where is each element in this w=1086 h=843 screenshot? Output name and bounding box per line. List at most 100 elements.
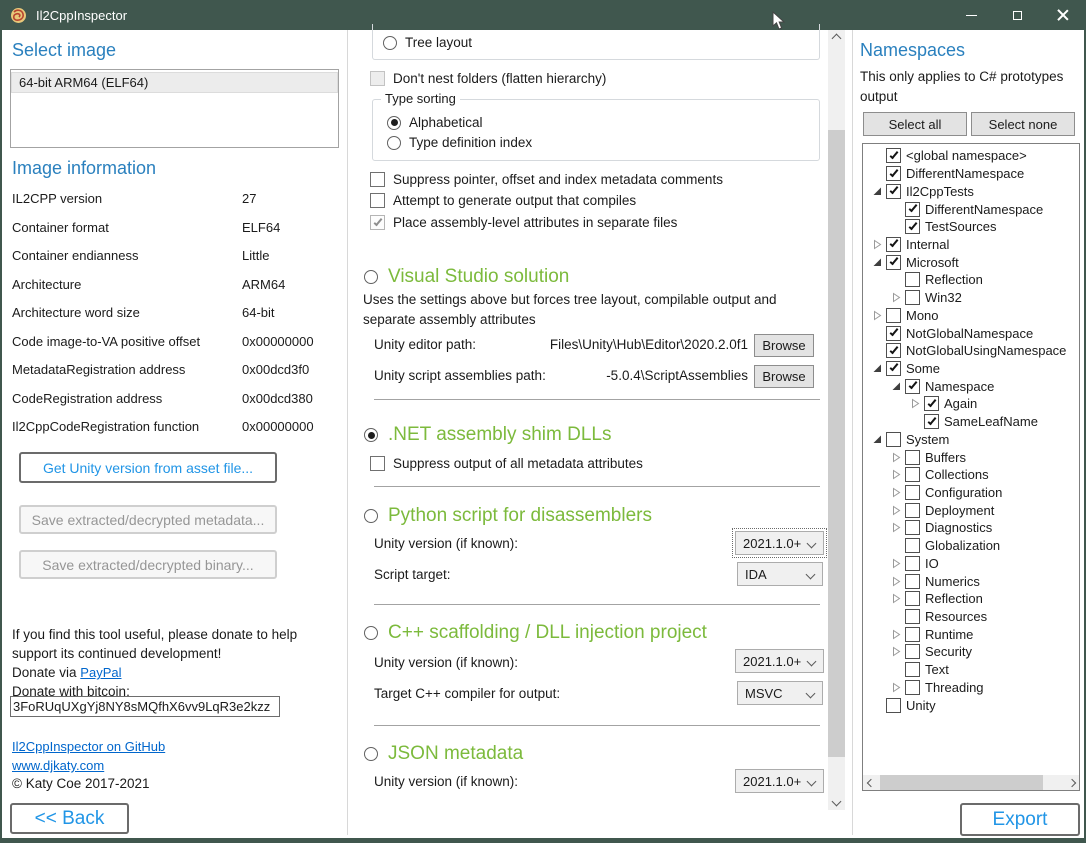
- scrollbar-thumb[interactable]: [828, 130, 845, 757]
- sort-typedef-radio[interactable]: [387, 136, 401, 150]
- namespace-label[interactable]: Deployment: [925, 503, 994, 518]
- namespace-label[interactable]: Text: [925, 662, 949, 677]
- namespace-checkbox[interactable]: [905, 680, 920, 695]
- suppress-comments-option[interactable]: Suppress pointer, offset and index metad…: [370, 172, 723, 187]
- expander-expanded-icon[interactable]: [868, 187, 886, 196]
- expander-collapsed-icon[interactable]: [906, 398, 924, 409]
- namespace-label[interactable]: Unity: [906, 698, 936, 713]
- suppress-metadata-option[interactable]: Suppress output of all metadata attribut…: [370, 456, 643, 471]
- scroll-right-button[interactable]: [1064, 775, 1079, 790]
- namespace-label[interactable]: IO: [925, 556, 939, 571]
- namespace-checkbox[interactable]: [886, 184, 901, 199]
- namespace-checkbox[interactable]: [905, 538, 920, 553]
- python-script-section-header[interactable]: Python script for disassemblers: [364, 505, 652, 527]
- compilable-option[interactable]: Attempt to generate output that compiles: [370, 193, 636, 208]
- scrollbar-thumb[interactable]: [880, 775, 1043, 790]
- cpp-unity-version-dropdown[interactable]: 2021.1.0+: [735, 649, 824, 673]
- namespace-checkbox[interactable]: [924, 396, 939, 411]
- expander-collapsed-icon[interactable]: [887, 558, 905, 569]
- export-button[interactable]: Export: [960, 803, 1080, 836]
- get-unity-version-button[interactable]: Get Unity version from asset file...: [19, 452, 277, 483]
- vs-solution-section-header[interactable]: Visual Studio solution: [364, 266, 569, 288]
- expander-collapsed-icon[interactable]: [887, 646, 905, 657]
- namespace-checkbox[interactable]: [886, 148, 901, 163]
- namespace-label[interactable]: DifferentNamespace: [925, 202, 1043, 217]
- website-link[interactable]: www.djkaty.com: [12, 758, 104, 773]
- namespace-label[interactable]: Microsoft: [906, 255, 959, 270]
- paypal-link[interactable]: PayPal: [80, 665, 121, 680]
- namespace-label[interactable]: DifferentNamespace: [906, 166, 1024, 181]
- namespace-label[interactable]: Numerics: [925, 574, 980, 589]
- namespace-label[interactable]: Buffers: [925, 450, 966, 465]
- python-unity-version-dropdown[interactable]: 2021.1.0+: [735, 531, 824, 555]
- namespace-checkbox[interactable]: [886, 432, 901, 447]
- namespace-checkbox[interactable]: [886, 361, 901, 376]
- close-button[interactable]: [1040, 0, 1086, 30]
- expander-expanded-icon[interactable]: [887, 382, 905, 391]
- namespace-label[interactable]: Security: [925, 644, 972, 659]
- expander-collapsed-icon[interactable]: [887, 292, 905, 303]
- expander-collapsed-icon[interactable]: [887, 576, 905, 587]
- sort-alphabetical-option[interactable]: Alphabetical: [387, 115, 483, 130]
- maximize-button[interactable]: [994, 0, 1040, 30]
- namespace-checkbox[interactable]: [905, 627, 920, 642]
- expander-collapsed-icon[interactable]: [887, 469, 905, 480]
- namespace-checkbox[interactable]: [905, 591, 920, 606]
- shim-dlls-section-header[interactable]: .NET assembly shim DLLs: [364, 424, 612, 446]
- namespace-checkbox[interactable]: [905, 272, 920, 287]
- namespace-label[interactable]: Threading: [925, 680, 984, 695]
- namespace-label[interactable]: NotGlobalNamespace: [906, 326, 1033, 341]
- namespace-checkbox[interactable]: [905, 467, 920, 482]
- namespace-label[interactable]: Some: [906, 361, 940, 376]
- namespace-checkbox[interactable]: [886, 343, 901, 358]
- json-metadata-section-header[interactable]: JSON metadata: [364, 743, 523, 765]
- script-target-dropdown[interactable]: IDA: [737, 562, 823, 586]
- scroll-up-button[interactable]: [828, 30, 845, 47]
- namespace-label[interactable]: NotGlobalUsingNamespace: [906, 343, 1066, 358]
- namespace-label[interactable]: Runtime: [925, 627, 973, 642]
- namespace-label[interactable]: Il2CppTests: [906, 184, 974, 199]
- unity-editor-path-value[interactable]: Files\Unity\Hub\Editor\2020.2.0f1: [500, 337, 748, 352]
- namespace-checkbox[interactable]: [905, 485, 920, 500]
- namespace-checkbox[interactable]: [886, 326, 901, 341]
- tree-layout-option[interactable]: Tree layout: [383, 35, 472, 50]
- namespace-label[interactable]: Namespace: [925, 379, 994, 394]
- namespace-label[interactable]: Mono: [906, 308, 939, 323]
- expander-collapsed-icon[interactable]: [887, 629, 905, 640]
- expander-expanded-icon[interactable]: [868, 364, 886, 373]
- namespace-label[interactable]: Globalization: [925, 538, 1000, 553]
- namespace-label[interactable]: <global namespace>: [906, 148, 1027, 163]
- select-none-button[interactable]: Select none: [971, 112, 1075, 136]
- namespace-tree[interactable]: <global namespace> DifferentNamespace Il2C…: [862, 143, 1080, 791]
- python-script-radio[interactable]: [364, 509, 378, 523]
- namespace-checkbox[interactable]: [886, 255, 901, 270]
- middle-scrollbar[interactable]: [828, 30, 845, 810]
- namespace-checkbox[interactable]: [924, 414, 939, 429]
- expander-expanded-icon[interactable]: [868, 435, 886, 444]
- namespace-checkbox[interactable]: [905, 379, 920, 394]
- namespace-checkbox[interactable]: [886, 166, 901, 181]
- image-listbox[interactable]: 64-bit ARM64 (ELF64): [10, 69, 339, 148]
- suppress-metadata-checkbox[interactable]: [370, 456, 385, 471]
- namespace-label[interactable]: Internal: [906, 237, 949, 252]
- compilable-checkbox[interactable]: [370, 193, 385, 208]
- namespace-checkbox[interactable]: [905, 202, 920, 217]
- expander-collapsed-icon[interactable]: [868, 239, 886, 250]
- sort-alphabetical-radio[interactable]: [387, 116, 401, 130]
- expander-collapsed-icon[interactable]: [887, 593, 905, 604]
- namespace-checkbox[interactable]: [905, 644, 920, 659]
- select-all-button[interactable]: Select all: [863, 112, 967, 136]
- suppress-comments-checkbox[interactable]: [370, 172, 385, 187]
- sort-typedef-option[interactable]: Type definition index: [387, 135, 532, 150]
- expander-collapsed-icon[interactable]: [887, 682, 905, 693]
- json-metadata-radio[interactable]: [364, 747, 378, 761]
- cpp-scaffolding-radio[interactable]: [364, 626, 378, 640]
- namespace-label[interactable]: Diagnostics: [925, 520, 992, 535]
- back-button[interactable]: << Back: [10, 803, 129, 834]
- vs-solution-radio[interactable]: [364, 270, 378, 284]
- bitcoin-address-input[interactable]: [10, 696, 280, 717]
- image-list-item[interactable]: 64-bit ARM64 (ELF64): [11, 72, 338, 93]
- namespace-checkbox[interactable]: [886, 308, 901, 323]
- namespace-label[interactable]: Configuration: [925, 485, 1002, 500]
- namespace-checkbox[interactable]: [905, 662, 920, 677]
